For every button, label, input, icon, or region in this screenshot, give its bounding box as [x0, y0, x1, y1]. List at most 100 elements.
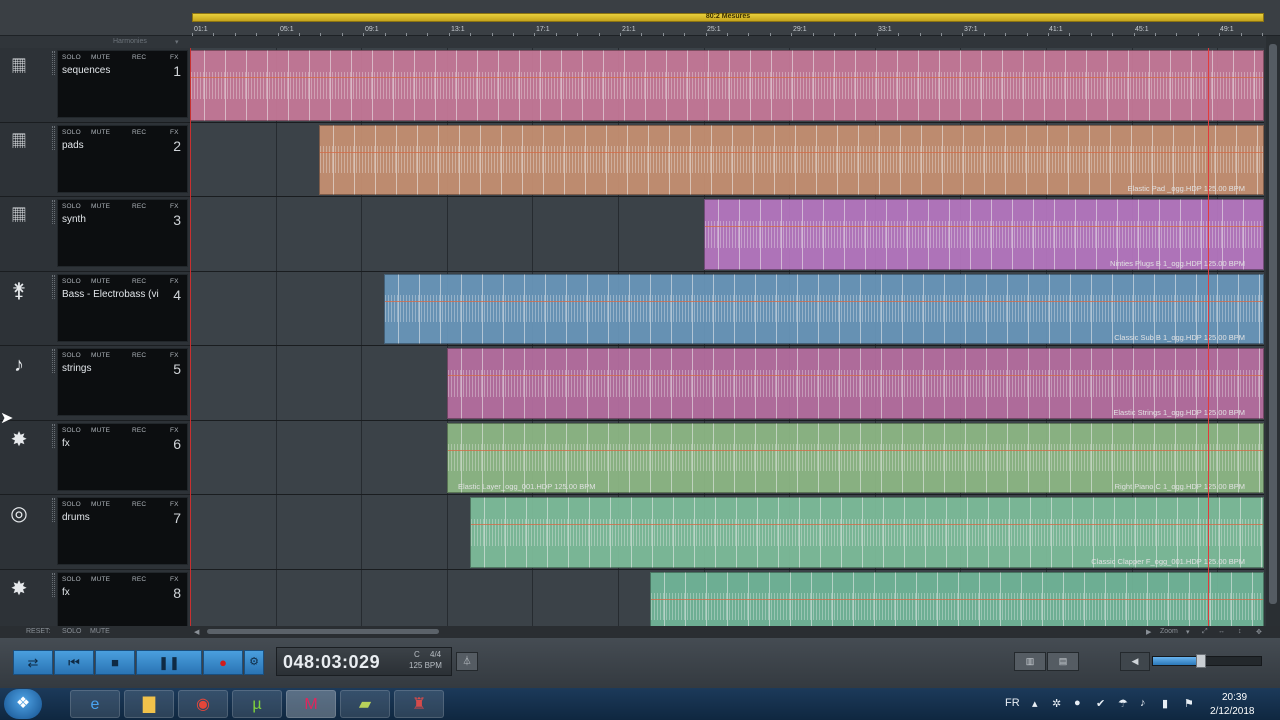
- rec-button[interactable]: REC: [132, 203, 146, 212]
- solo-button[interactable]: SOLO: [62, 203, 81, 212]
- language-indicator[interactable]: FR: [1005, 697, 1020, 709]
- track-drag-handle[interactable]: [52, 51, 55, 75]
- violin-icon[interactable]: ♪: [4, 352, 34, 378]
- solo-button[interactable]: SOLO: [62, 54, 81, 63]
- track-drag-handle[interactable]: [52, 125, 55, 150]
- reset-solo-button[interactable]: SOLO: [62, 628, 81, 635]
- rec-button[interactable]: REC: [132, 352, 146, 361]
- zoom-vertical-icon[interactable]: ↕: [1238, 628, 1242, 635]
- windows-start-icon[interactable]: ❖: [4, 689, 42, 719]
- track-panel[interactable]: SOLO MUTE REC FX synth 3: [57, 199, 188, 267]
- harmonies-dropdown-icon[interactable]: ▾: [175, 38, 179, 46]
- fx-button[interactable]: FX: [170, 129, 179, 138]
- rec-button[interactable]: REC: [132, 427, 146, 436]
- audio-clip[interactable]: Ninties Plugs B 1_ogg.HDP 125.00 BPM: [704, 199, 1264, 270]
- notes-app-icon[interactable]: ▰: [340, 690, 390, 718]
- rec-button[interactable]: REC: [132, 129, 146, 138]
- fx-button[interactable]: FX: [170, 54, 179, 63]
- track-lane[interactable]: Right Piano C 1_ogg.HDP 125.00 BPM Elasti…: [190, 420, 1264, 495]
- speaker-icon[interactable]: ♪: [1140, 697, 1146, 709]
- reset-mute-button[interactable]: MUTE: [90, 628, 110, 635]
- track-name[interactable]: Bass - Electrobass (vi: [62, 289, 162, 300]
- loop-button[interactable]: ⇄: [13, 650, 53, 675]
- track-lane[interactable]: [190, 569, 1264, 626]
- record-settings-icon[interactable]: ⚙: [244, 650, 264, 675]
- harmonies-label[interactable]: Harmonies: [113, 38, 147, 45]
- fx-button[interactable]: FX: [170, 278, 179, 287]
- rewind-icon[interactable]: ⏮: [54, 650, 94, 675]
- tray-chevron-icon[interactable]: ▴: [1032, 697, 1038, 710]
- action-center-icon[interactable]: ⚑: [1184, 697, 1194, 710]
- rec-button[interactable]: REC: [132, 576, 146, 585]
- clock-time[interactable]: 20:39: [1222, 692, 1247, 703]
- explosion-icon[interactable]: ✸: [4, 427, 34, 453]
- mute-button[interactable]: MUTE: [91, 576, 110, 585]
- mixer-view-icon[interactable]: ▤: [1047, 652, 1079, 671]
- track-lane[interactable]: Elastic Strings 1_ogg.HDP 125.00 BPM: [190, 346, 1264, 421]
- track-header[interactable]: ♪ SOLO MUTE REC FX strings 5: [0, 346, 190, 421]
- audio-clip[interactable]: [190, 50, 1264, 121]
- volume-slider[interactable]: [1152, 654, 1262, 668]
- network-icon[interactable]: ▮: [1162, 697, 1168, 710]
- time-display[interactable]: 048:03:029 C 4/4 125 BPM: [276, 647, 452, 676]
- track-name[interactable]: fx: [62, 438, 162, 449]
- zoom-fit-icon[interactable]: ⤢: [1202, 628, 1208, 636]
- track-header[interactable]: 𝄜 SOLO MUTE REC FX synth 3: [0, 197, 190, 272]
- utorrent-icon[interactable]: µ: [232, 690, 282, 718]
- track-name[interactable]: strings: [62, 363, 162, 374]
- track-lane[interactable]: Classic Clapper F_ogg_001.HDP 125.00 BPM: [190, 495, 1264, 570]
- solo-button[interactable]: SOLO: [62, 576, 81, 585]
- scroll-right-icon[interactable]: ▶: [1146, 628, 1151, 636]
- zoom-dropdown-icon[interactable]: ▾: [1186, 628, 1190, 636]
- track-drag-handle[interactable]: [52, 498, 55, 522]
- track-header[interactable]: 𝄜 SOLO MUTE REC FX sequences 1: [0, 48, 190, 123]
- fx-button[interactable]: FX: [170, 576, 179, 585]
- solo-button[interactable]: SOLO: [62, 427, 81, 436]
- track-panel[interactable]: SOLO MUTE REC FX pads 2: [57, 124, 188, 193]
- rec-button[interactable]: REC: [132, 501, 146, 510]
- arrangement-area[interactable]: Elastic Pad _ogg.HDP 125.00 BPM Ninties P…: [190, 48, 1264, 626]
- audio-clip[interactable]: [650, 571, 1264, 626]
- track-name[interactable]: fx: [62, 587, 162, 598]
- track-lane[interactable]: [190, 48, 1264, 123]
- mute-button[interactable]: MUTE: [91, 129, 110, 138]
- audio-clip[interactable]: Classic Clapper F_ogg_001.HDP 125.00 BPM: [470, 497, 1264, 568]
- fx-button[interactable]: FX: [170, 203, 179, 212]
- clock-date[interactable]: 2/12/2018: [1210, 706, 1255, 717]
- keyboard-view-icon[interactable]: ▥: [1014, 652, 1046, 671]
- zoom-all-icon[interactable]: ✥: [1256, 628, 1262, 636]
- track-name[interactable]: pads: [62, 140, 162, 151]
- track-name[interactable]: drums: [62, 512, 162, 523]
- track-panel[interactable]: SOLO MUTE REC FX Bass - Electrobass (vi …: [57, 273, 188, 342]
- mute-button[interactable]: MUTE: [91, 54, 110, 63]
- track-name[interactable]: synth: [62, 214, 162, 225]
- audio-clip[interactable]: Right Piano C 1_ogg.HDP 125.00 BPM Elasti…: [447, 422, 1264, 493]
- audio-clip[interactable]: Elastic Strings 1_ogg.HDP 125.00 BPM: [447, 348, 1264, 419]
- keyboard-icon[interactable]: 𝄜: [4, 129, 34, 155]
- zoom-horizontal-icon[interactable]: ↔: [1218, 628, 1225, 635]
- vertical-scrollbar[interactable]: [1266, 36, 1280, 626]
- vertical-scroll-thumb[interactable]: [1269, 44, 1277, 604]
- rec-button[interactable]: REC: [132, 278, 146, 287]
- loop-range-bar[interactable]: 80:2 Mesures: [192, 13, 1264, 22]
- track-header[interactable]: ⚵ SOLO MUTE REC FX Bass - Electrobass (v…: [0, 271, 190, 346]
- keyboard-icon[interactable]: 𝄜: [4, 203, 34, 229]
- file-explorer-icon[interactable]: ▇: [124, 690, 174, 718]
- mute-button[interactable]: MUTE: [91, 352, 110, 361]
- fx-button[interactable]: FX: [170, 501, 179, 510]
- magix-app-icon[interactable]: M: [286, 690, 336, 718]
- presenter-app-icon[interactable]: ♜: [394, 690, 444, 718]
- mute-button[interactable]: MUTE: [91, 427, 110, 436]
- fx-button[interactable]: FX: [170, 427, 179, 436]
- mute-button[interactable]: MUTE: [91, 278, 110, 287]
- solo-button[interactable]: SOLO: [62, 352, 81, 361]
- track-name[interactable]: sequences: [62, 65, 162, 76]
- scroll-left-icon[interactable]: ◀: [194, 628, 199, 636]
- track-drag-handle[interactable]: [52, 274, 55, 299]
- track-panel[interactable]: SOLO MUTE REC FX drums 7: [57, 497, 188, 565]
- timeline-ruler[interactable]: 80:2 Mesures 01:1 05:1 09:1 13:1 17:1 21…: [0, 0, 1280, 36]
- bass-guitar-icon[interactable]: ⚵: [4, 278, 34, 304]
- keyboard-icon[interactable]: 𝄜: [4, 54, 34, 80]
- track-lane[interactable]: Classic Sub B 1_ogg.HDP 125.00 BPM: [190, 271, 1264, 346]
- tray-app-icon[interactable]: ✔: [1096, 697, 1105, 710]
